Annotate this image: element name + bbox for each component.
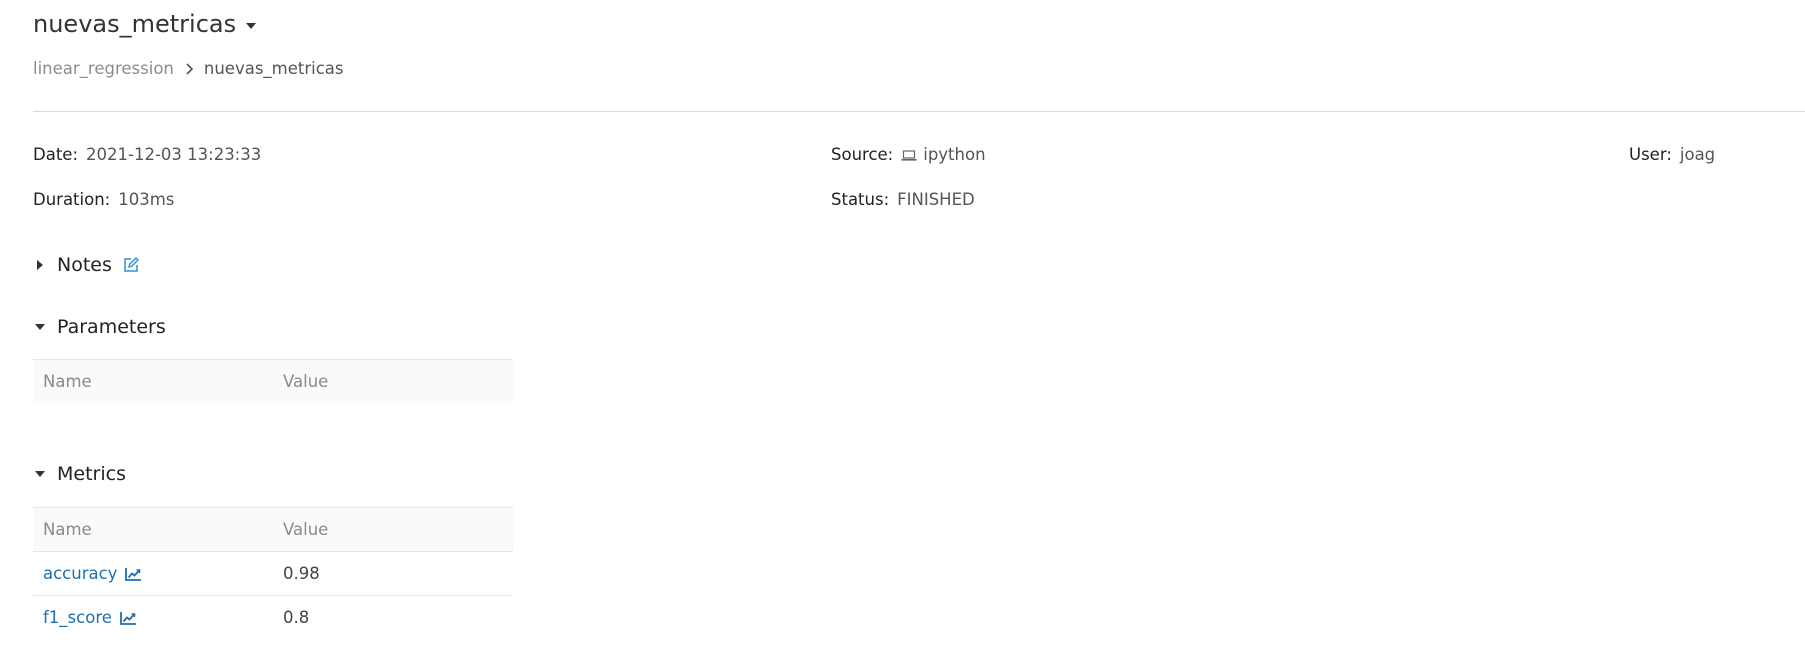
source-value: ipython: [923, 145, 986, 164]
user-value: joag: [1679, 145, 1716, 164]
title-row: nuevas_metricas: [33, 10, 257, 38]
chevron-down-icon[interactable]: [246, 22, 257, 29]
caret-down-icon[interactable]: [35, 471, 45, 477]
page-title: nuevas_metricas: [33, 10, 237, 38]
meta-source: Source: ipython: [831, 145, 986, 164]
metric-link-f1-score[interactable]: f1_score: [43, 608, 137, 627]
column-header-name[interactable]: Name: [33, 372, 273, 391]
edit-icon[interactable]: [122, 256, 140, 274]
metrics-table-header: Name Value: [33, 507, 513, 551]
parameters-section-header[interactable]: Parameters: [33, 316, 166, 338]
parameters-title: Parameters: [57, 316, 166, 338]
metric-name[interactable]: accuracy: [43, 564, 117, 583]
meta-user: User: joag: [1629, 145, 1715, 164]
user-label: User:: [1629, 145, 1672, 164]
header-divider: [33, 111, 1805, 112]
laptop-icon: [901, 148, 917, 162]
line-chart-icon[interactable]: [120, 611, 137, 625]
run-page: nuevas_metricas linear_regression nuevas…: [0, 0, 1805, 666]
breadcrumb: linear_regression nuevas_metricas: [33, 59, 344, 78]
metrics-title: Metrics: [57, 463, 126, 485]
table-row: accuracy 0.98: [33, 551, 513, 595]
column-header-value[interactable]: Value: [273, 520, 513, 539]
status-value: FINISHED: [897, 190, 975, 209]
metric-link-accuracy[interactable]: accuracy: [43, 564, 142, 583]
date-value: 2021-12-03 13:23:33: [86, 145, 262, 164]
caret-down-icon[interactable]: [35, 324, 45, 330]
column-header-value[interactable]: Value: [273, 372, 513, 391]
metrics-section-header[interactable]: Metrics: [33, 463, 126, 485]
metric-value: 0.8: [283, 608, 310, 627]
status-label: Status:: [831, 190, 890, 209]
breadcrumb-experiment-link[interactable]: linear_regression: [33, 59, 174, 78]
chevron-right-icon: [184, 62, 194, 76]
metric-value: 0.98: [283, 564, 320, 583]
breadcrumb-current: nuevas_metricas: [203, 59, 344, 78]
meta-date: Date: 2021-12-03 13:23:33: [33, 145, 261, 164]
table-row: f1_score 0.8: [33, 595, 513, 639]
source-label: Source:: [831, 145, 894, 164]
meta-duration: Duration: 103ms: [33, 190, 174, 209]
column-header-name[interactable]: Name: [33, 520, 273, 539]
duration-label: Duration:: [33, 190, 111, 209]
metric-name[interactable]: f1_score: [43, 608, 112, 627]
notes-section-header[interactable]: Notes: [33, 254, 140, 276]
meta-status: Status: FINISHED: [831, 190, 975, 209]
parameters-table: Name Value: [33, 359, 513, 403]
caret-right-icon[interactable]: [37, 260, 43, 270]
metrics-table: Name Value accuracy 0.98 f1_score 0.8: [33, 507, 513, 639]
line-chart-icon[interactable]: [125, 567, 142, 581]
duration-value: 103ms: [118, 190, 175, 209]
date-label: Date:: [33, 145, 78, 164]
notes-title: Notes: [57, 254, 112, 276]
parameters-table-header: Name Value: [33, 359, 513, 403]
